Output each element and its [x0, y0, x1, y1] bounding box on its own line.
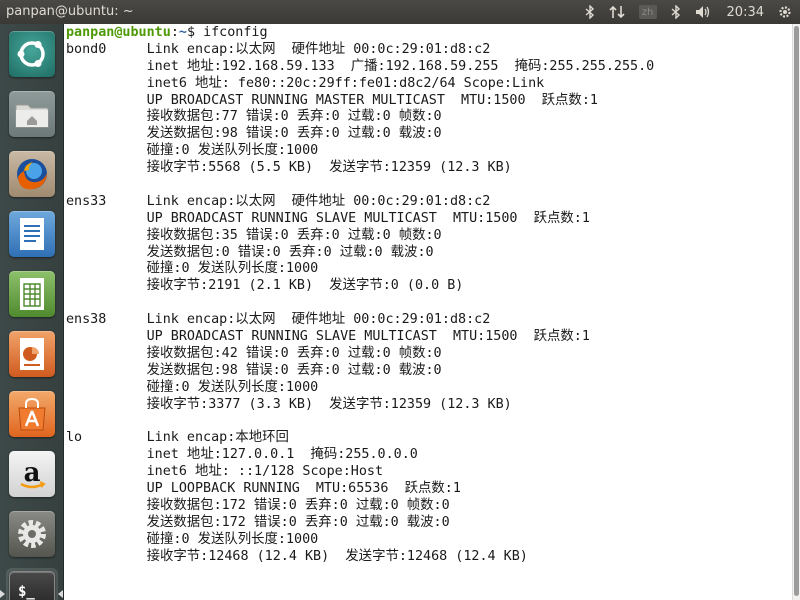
output-line: 碰撞:0 发送队列长度:1000: [66, 143, 319, 159]
output-line: UP BROADCAST RUNNING MASTER MULTICAST MT…: [66, 92, 598, 108]
launcher-writer[interactable]: [6, 208, 58, 260]
output-line: 接收字节:12468 (12.4 KB) 发送字节:12468 (12.4 KB…: [66, 548, 528, 564]
output-line: UP LOOPBACK RUNNING MTU:65536 跃点数:1: [66, 481, 461, 497]
terminal-scrollbar[interactable]: [792, 24, 800, 600]
output-line: 接收数据包:172 错误:0 丢弃:0 过载:0 帧数:0: [66, 497, 450, 513]
launcher-system-settings[interactable]: [6, 508, 58, 560]
prompt-user: panpan@ubuntu: [66, 25, 171, 40]
output-line: 发送数据包:0 错误:0 丢弃:0 过载:0 载波:0: [66, 244, 434, 260]
presentation-icon: [20, 338, 44, 370]
output-line: UP BROADCAST RUNNING SLAVE MULTICAST MTU…: [66, 329, 590, 345]
output-line: lo Link encap:本地环回: [66, 430, 289, 446]
launcher-amazon[interactable]: a: [6, 448, 58, 500]
bluetooth-icon[interactable]: [585, 5, 595, 19]
keyboard-layout-indicator[interactable]: zh: [638, 5, 657, 19]
output-line: inet 地址:127.0.0.1 掩码:255.0.0.0: [66, 447, 418, 463]
launcher-calc[interactable]: [6, 268, 58, 320]
output-line: inet6 地址: ::1/128 Scope:Host: [66, 464, 384, 480]
output-line: UP BROADCAST RUNNING SLAVE MULTICAST MTU…: [66, 210, 590, 226]
focused-indicator-icon: [58, 590, 63, 598]
ubuntu-logo-icon: [17, 41, 45, 67]
output-line: 发送数据包:98 错误:0 丢弃:0 过载:0 载波:0: [66, 362, 442, 378]
output-line: 接收字节:5568 (5.5 KB) 发送字节:12359 (12.3 KB): [66, 160, 512, 176]
top-panel: panpan@ubuntu: ~ zh 20:34: [0, 0, 800, 24]
volume-icon[interactable]: [695, 5, 713, 19]
svg-text:a: a: [24, 458, 41, 488]
clock[interactable]: 20:34: [727, 5, 764, 20]
bluetooth-icon[interactable]: [671, 5, 681, 19]
gear-icon[interactable]: [778, 5, 792, 19]
output-line: ens38 Link encap:以太网 硬件地址 00:0c:29:01:d8…: [66, 312, 491, 328]
window-title: panpan@ubuntu: ~: [6, 4, 134, 19]
spreadsheet-icon: [20, 278, 44, 310]
scrollbar-thumb[interactable]: [794, 26, 799, 596]
output-line: inet6 地址: fe80::20c:29ff:fe01:d8c2/64 Sc…: [66, 75, 545, 91]
terminal-output[interactable]: panpan@ubuntu:~$ ifconfig bond0 Link enca…: [64, 24, 792, 600]
output-line: 接收字节:2191 (2.1 KB) 发送字节:0 (0.0 B): [66, 278, 464, 294]
launcher-terminal[interactable]: $_: [6, 568, 58, 600]
indicator-area: zh 20:34: [585, 0, 792, 24]
launcher-software-center[interactable]: [6, 388, 58, 440]
output-line: 发送数据包:98 错误:0 丢弃:0 过载:0 载波:0: [66, 126, 442, 142]
output-line: inet 地址:192.168.59.133 广播:192.168.59.255…: [66, 58, 655, 74]
amazon-icon: a: [20, 458, 46, 489]
output-line: 接收数据包:42 错误:0 丢弃:0 过载:0 帧数:0: [66, 345, 442, 361]
prompt-end: $: [186, 25, 204, 40]
running-indicator-icon: [0, 590, 5, 598]
launcher-dash[interactable]: [6, 28, 58, 80]
network-icon[interactable]: [608, 5, 625, 19]
output-line: 接收数据包:77 错误:0 丢弃:0 过载:0 帧数:0: [66, 109, 442, 125]
output-line: ens33 Link encap:以太网 硬件地址 00:0c:29:01:d8…: [66, 193, 491, 209]
launcher-firefox[interactable]: [6, 148, 58, 200]
terminal-icon: $_: [18, 584, 35, 600]
output-line: 发送数据包:172 错误:0 丢弃:0 过载:0 载波:0: [66, 514, 450, 530]
prompt-path: ~: [178, 25, 187, 40]
prompt-line: panpan@ubuntu:~$ ifconfig: [66, 25, 792, 42]
output-line: 碰撞:0 发送队列长度:1000: [66, 261, 319, 277]
output-line: 碰撞:0 发送队列长度:1000: [66, 379, 319, 395]
svg-text:$_: $_: [18, 584, 35, 600]
output-line: 接收字节:3377 (3.3 KB) 发送字节:12359 (12.3 KB): [66, 396, 512, 412]
command-text: ifconfig: [203, 25, 268, 40]
firefox-icon: [17, 159, 47, 190]
files-icon: [15, 104, 49, 128]
launcher-impress[interactable]: [6, 328, 58, 380]
document-icon: [20, 218, 44, 250]
gear-icon: [18, 520, 46, 548]
output-line: bond0 Link encap:以太网 硬件地址 00:0c:29:01:d8…: [66, 41, 491, 57]
output-line: 碰撞:0 发送队列长度:1000: [66, 531, 319, 547]
output-line: 接收数据包:35 错误:0 丢弃:0 过载:0 帧数:0: [66, 227, 442, 243]
shopping-bag-icon: [18, 397, 46, 431]
launcher-files[interactable]: [6, 88, 58, 140]
launcher: a $_: [0, 24, 64, 600]
prompt-separator: :: [170, 25, 179, 40]
